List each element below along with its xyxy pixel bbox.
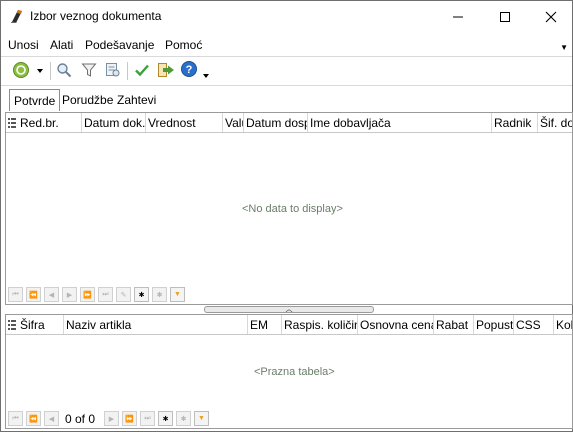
column-header[interactable]: Datum dok. <box>82 113 146 132</box>
confirm-button[interactable] <box>132 60 152 82</box>
filter-settings-button[interactable] <box>103 60 123 82</box>
documents-grid-navigator: ⏮ ⏪ ◀ ▶ ⏩ ⏭ ✎ ✱ ✱ ▼ <box>6 286 572 304</box>
menu-pomoc[interactable]: Pomoć <box>165 38 202 52</box>
menu-unosi[interactable]: Unosi <box>8 38 39 52</box>
app-logo-icon <box>9 8 25 24</box>
column-header[interactable]: Red.br. <box>18 113 82 132</box>
previous-page-button[interactable]: ⏪ <box>26 411 41 426</box>
append-copy-button[interactable]: ✱ <box>176 411 191 426</box>
next-page-button[interactable]: ⏩ <box>80 287 95 302</box>
append-record-button[interactable]: ✱ <box>134 287 149 302</box>
column-header[interactable]: CSS <box>514 315 554 334</box>
column-header[interactable]: EM <box>248 315 282 334</box>
column-header[interactable]: Osnovna cena <box>358 315 434 334</box>
main-window: Izbor veznog dokumenta Unosi Alati Podeš… <box>0 0 573 432</box>
column-header[interactable]: Popust <box>474 315 514 334</box>
tab-zahtevi[interactable]: Zahtevi <box>113 91 160 110</box>
toolbar-separator <box>50 62 51 80</box>
column-header[interactable]: Rabat <box>434 315 474 334</box>
column-header[interactable]: Ime dobavljača <box>308 113 492 132</box>
refresh-dropdown-button[interactable] <box>10 60 46 82</box>
column-header[interactable]: Valu <box>223 113 244 132</box>
items-grid-navigator: ⏮ ⏪ ◀ 0 of 0 ▶ ⏩ ⏭ ✱ ✱ ▼ <box>6 410 572 428</box>
first-record-button[interactable]: ⏮ <box>8 411 23 426</box>
documents-grid[interactable]: Red.br. Datum dok. Vrednost Valu Datum d… <box>5 112 573 305</box>
edit-record-button[interactable]: ✎ <box>116 287 131 302</box>
toolbar-separator-line <box>1 85 572 86</box>
minimize-button[interactable] <box>435 1 481 32</box>
last-record-button[interactable]: ⏭ <box>140 411 155 426</box>
collapse-up-icon: ︿ <box>285 305 293 313</box>
column-header[interactable]: Šifra <box>18 315 64 334</box>
menu-overflow-icon[interactable]: ▼ <box>560 43 568 52</box>
column-header[interactable]: Radnik <box>492 113 538 132</box>
help-dropdown-button[interactable]: ? <box>180 60 210 82</box>
previous-page-button[interactable]: ⏪ <box>26 287 41 302</box>
tab-porudzbe[interactable]: Porudžbe <box>58 91 117 110</box>
empty-grid-message: <No data to display> <box>242 203 343 215</box>
svg-text:?: ? <box>186 64 193 76</box>
tab-bar: Potvrde Porudžbe Zahtevi <box>1 89 572 111</box>
filter-row-button[interactable]: ▼ <box>194 411 209 426</box>
menu-bar: Unosi Alati Podešavanje Pomoć ▼ <box>1 35 572 55</box>
title-bar: Izbor veznog dokumenta <box>1 1 572 32</box>
append-record-button[interactable]: ✱ <box>158 411 173 426</box>
last-record-button[interactable]: ⏭ <box>98 287 113 302</box>
first-record-button[interactable]: ⏮ <box>8 287 23 302</box>
grid-splitter[interactable]: ︿ <box>204 306 374 313</box>
filter-icon <box>81 62 97 81</box>
search-icon <box>56 62 72 81</box>
column-header[interactable]: Kol <box>554 315 572 334</box>
items-grid[interactable]: Šifra Naziv artikla EM Raspis. količina … <box>5 314 573 429</box>
empty-grid-message: <Prazna tabela> <box>254 366 335 378</box>
append-copy-button[interactable]: ✱ <box>152 287 167 302</box>
search-button[interactable] <box>54 60 74 82</box>
pager-status: 0 of 0 <box>65 412 96 426</box>
filter-button[interactable] <box>79 60 99 82</box>
column-header[interactable]: Datum dosp <box>244 113 308 132</box>
close-button[interactable] <box>528 1 573 32</box>
previous-record-button[interactable]: ◀ <box>44 287 59 302</box>
items-grid-header: Šifra Naziv artikla EM Raspis. količina … <box>6 315 572 335</box>
maximize-button[interactable] <box>482 1 528 32</box>
exit-icon <box>157 62 175 81</box>
minimize-icon <box>453 16 463 17</box>
column-header[interactable]: Vrednost <box>146 113 223 132</box>
documents-grid-header: Red.br. Datum dok. Vrednost Valu Datum d… <box>6 113 572 133</box>
toolbar: ? <box>1 58 572 84</box>
window-title: Izbor veznog dokumenta <box>30 9 162 23</box>
filter-row-button[interactable]: ▼ <box>170 287 185 302</box>
close-icon <box>545 11 557 22</box>
next-record-button[interactable]: ▶ <box>104 411 119 426</box>
menu-separator <box>1 56 572 57</box>
next-page-button[interactable]: ⏩ <box>122 411 137 426</box>
refresh-dropdown-icon <box>11 61 45 82</box>
column-header[interactable]: Raspis. količina <box>282 315 358 334</box>
maximize-icon <box>500 11 510 22</box>
column-header[interactable]: Šif. do <box>538 113 572 132</box>
toolbar-separator <box>127 62 128 80</box>
menu-podesavanje[interactable]: Podešavanje <box>85 38 154 52</box>
column-chooser-icon[interactable] <box>8 117 18 129</box>
check-icon <box>134 62 150 81</box>
previous-record-button[interactable]: ◀ <box>44 411 59 426</box>
tab-potvrde[interactable]: Potvrde <box>9 89 61 111</box>
filter-settings-icon <box>105 62 121 81</box>
menu-alati[interactable]: Alati <box>50 38 73 52</box>
exit-button[interactable] <box>156 60 176 82</box>
next-record-button[interactable]: ▶ <box>62 287 77 302</box>
column-header[interactable]: Naziv artikla <box>64 315 248 334</box>
column-chooser-icon[interactable] <box>8 319 18 331</box>
help-icon: ? <box>180 60 210 82</box>
